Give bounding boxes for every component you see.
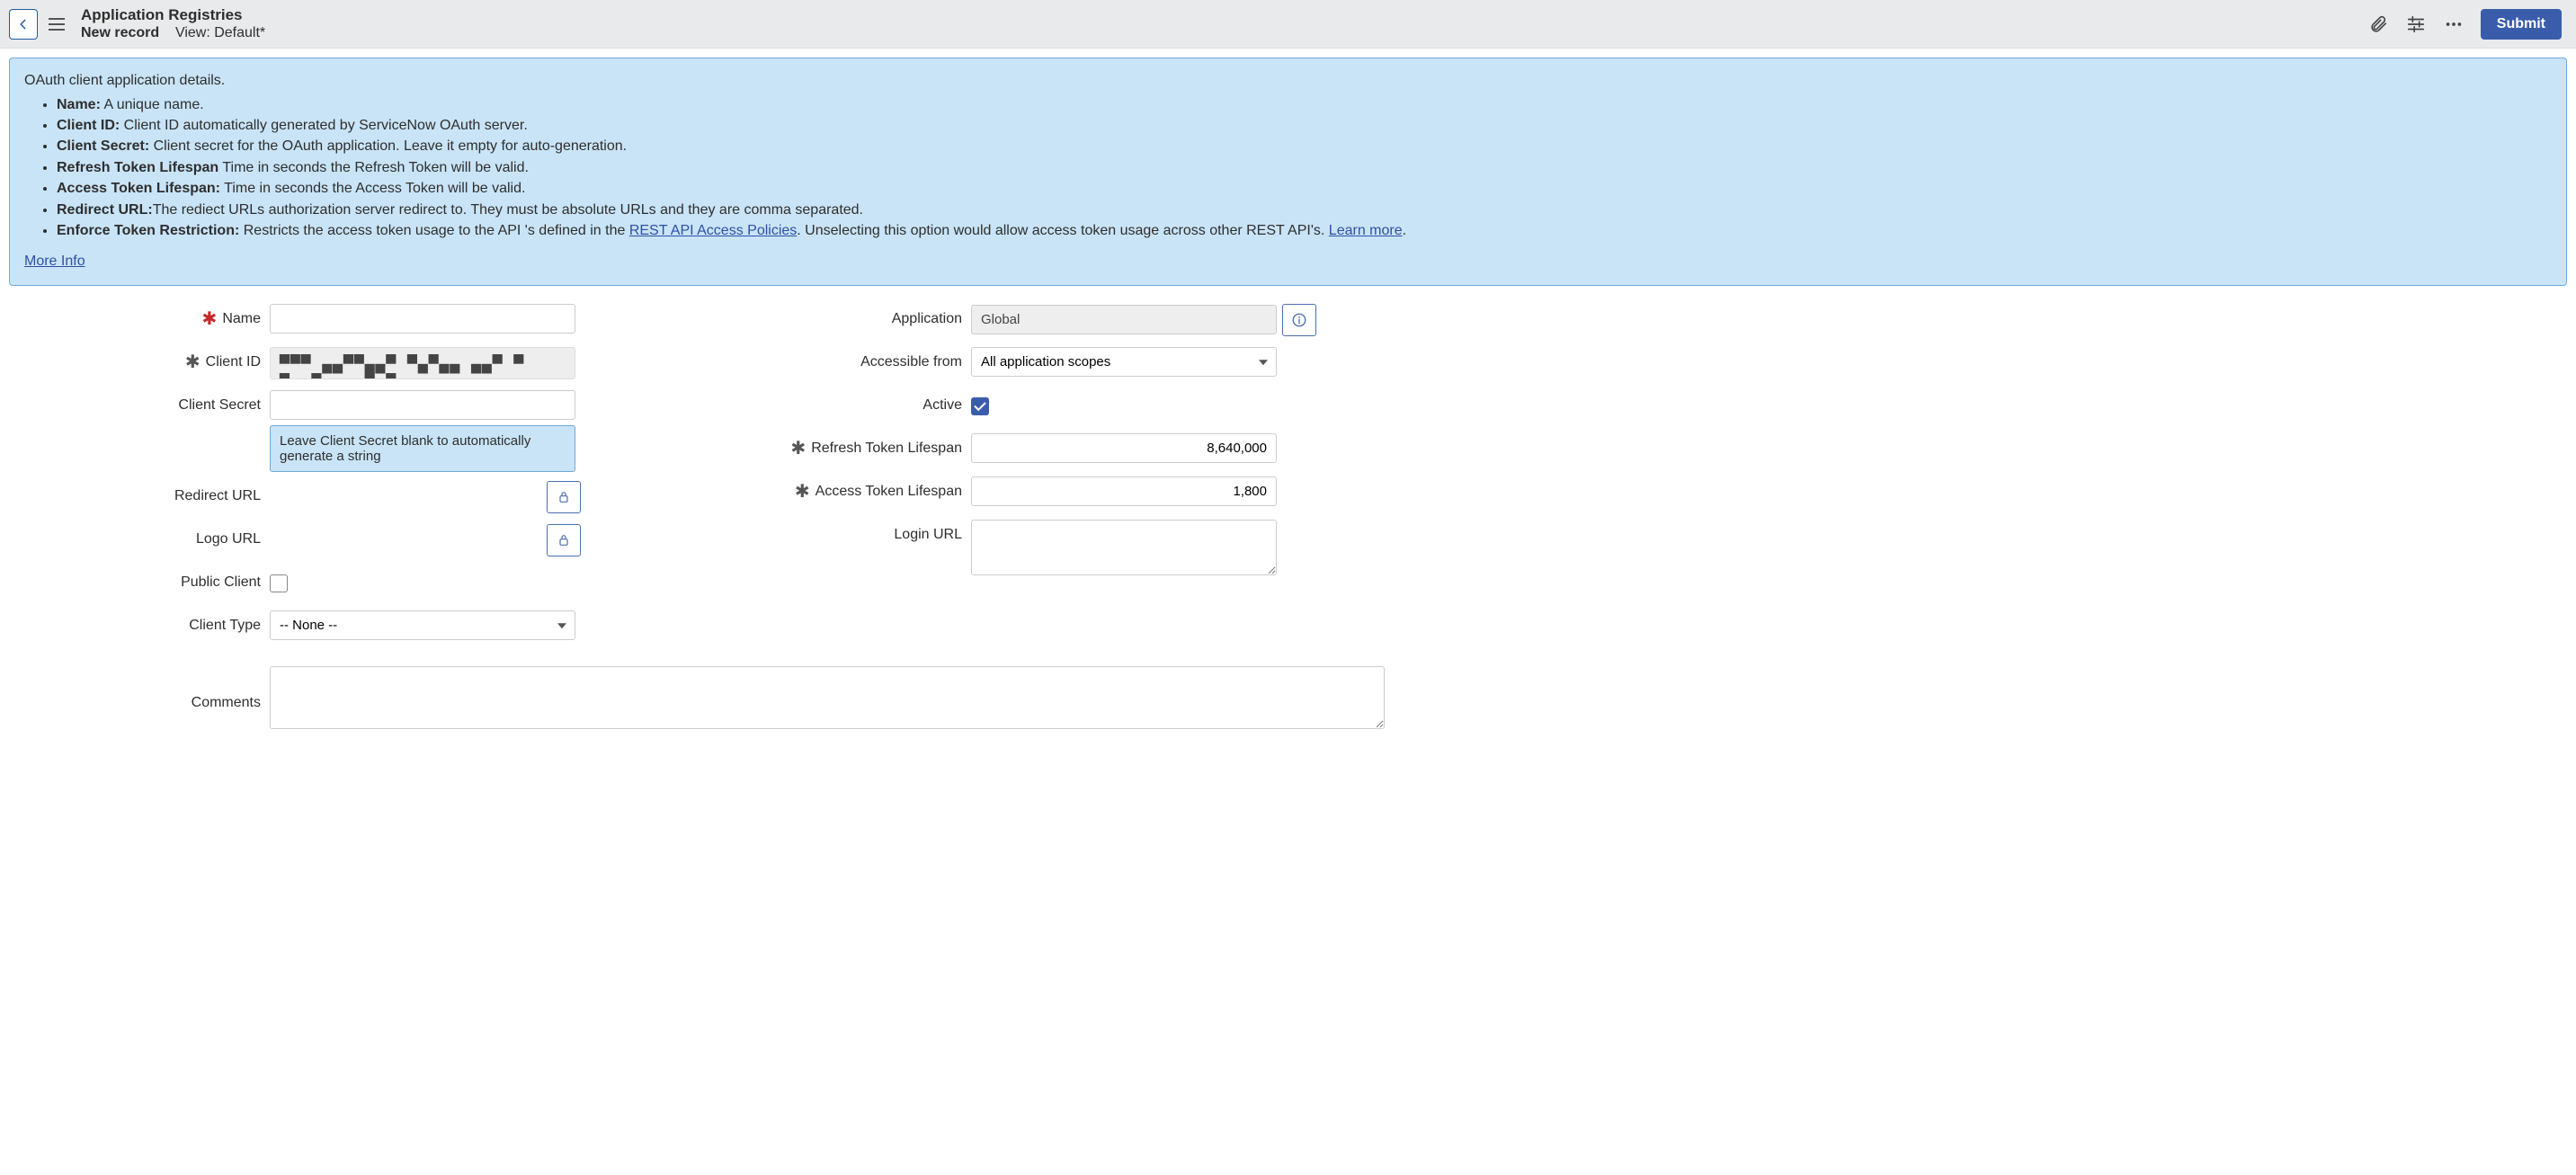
info-item: Redirect URL:The rediect URLs authorizat…	[57, 200, 2552, 220]
attachment-button[interactable]	[2367, 13, 2389, 35]
row-application: Application	[719, 304, 1385, 338]
form-right-column: Application Accessible from All applicat…	[719, 304, 1385, 645]
logo-url-unlock-button[interactable]	[547, 524, 581, 556]
row-comments: Comments	[0, 663, 1403, 752]
client-id-value: ▀▀▀ ▄▄▀▀▄▄▀ ▀▄▀▄▄ ▄▄▀ ▀ ▀▄▄▀▄▄▄▄▀ ▀ ▄▄	[270, 347, 575, 379]
application-value	[971, 305, 1277, 334]
row-public-client: Public Client	[18, 567, 683, 601]
client-secret-help: Leave Client Secret blank to automatical…	[270, 425, 575, 472]
info-item: Client ID: Client ID automatically gener…	[57, 116, 2552, 136]
ellipsis-icon	[2444, 14, 2464, 34]
info-item-enforce: Enforce Token Restriction: Restricts the…	[57, 221, 2552, 241]
more-info-link[interactable]: More Info	[24, 252, 85, 271]
info-list: Name: A unique name. Client ID: Client I…	[57, 95, 2552, 242]
row-accessible-from: Accessible from All application scopes	[719, 347, 1385, 381]
submit-button[interactable]: Submit	[2481, 9, 2562, 40]
lock-icon	[557, 490, 571, 504]
active-label: Active	[923, 397, 962, 414]
active-checkbox[interactable]	[971, 397, 989, 415]
paperclip-icon	[2368, 14, 2388, 34]
public-client-checkbox[interactable]	[270, 574, 288, 592]
row-refresh-token: ✱Refresh Token Lifespan	[719, 433, 1385, 467]
title-block: Application Registries New record View: …	[81, 5, 265, 42]
row-redirect-url: Redirect URL	[18, 481, 683, 515]
application-info-button[interactable]	[1282, 304, 1316, 336]
info-item: Access Token Lifespan: Time in seconds t…	[57, 179, 2552, 199]
client-secret-input[interactable]	[270, 390, 575, 420]
lock-icon	[557, 533, 571, 547]
redirect-url-label: Redirect URL	[174, 488, 261, 504]
page-header: Application Registries New record View: …	[0, 0, 2576, 49]
logo-url-label: Logo URL	[196, 531, 261, 547]
page-title: Application Registries	[81, 5, 265, 24]
comments-label: Comments	[192, 695, 261, 711]
info-item: Refresh Token Lifespan Time in seconds t…	[57, 158, 2552, 178]
login-url-input[interactable]	[971, 520, 1277, 575]
info-intro: OAuth client application details.	[24, 71, 2552, 91]
row-access-token: ✱Access Token Lifespan	[719, 476, 1385, 511]
page-subtitle: New record View: Default*	[81, 24, 265, 42]
menu-button[interactable]	[47, 14, 67, 34]
info-icon	[1291, 312, 1307, 328]
learn-more-link[interactable]: Learn more	[1329, 223, 1403, 238]
client-type-select[interactable]: -- None --	[270, 610, 575, 640]
access-token-label: Access Token Lifespan	[816, 484, 962, 500]
public-client-label: Public Client	[181, 574, 261, 591]
client-type-label: Client Type	[189, 618, 261, 634]
row-active: Active	[719, 390, 1385, 424]
login-url-label: Login URL	[894, 527, 962, 543]
access-token-input[interactable]	[971, 476, 1277, 506]
more-actions-button[interactable]	[2443, 13, 2465, 35]
refresh-token-input[interactable]	[971, 433, 1277, 463]
rest-api-policies-link[interactable]: REST API Access Policies	[629, 223, 797, 238]
row-client-secret: Client Secret Leave Client Secret blank …	[18, 390, 683, 472]
form-left-column: ✱Name ✱Client ID ▀▀▀ ▄▄▀▀▄▄▀ ▀▄▀▄▄ ▄▄▀ ▀…	[18, 304, 683, 645]
info-panel: OAuth client application details. Name: …	[9, 58, 2567, 286]
back-button[interactable]	[9, 9, 38, 40]
row-logo-url: Logo URL	[18, 524, 683, 558]
header-actions: Submit	[2367, 9, 2562, 40]
name-input[interactable]	[270, 304, 575, 334]
accessible-from-select[interactable]: All application scopes	[971, 347, 1277, 377]
application-label: Application	[892, 311, 962, 327]
comments-input[interactable]	[270, 666, 1385, 729]
row-login-url: Login URL	[719, 520, 1385, 575]
personalize-button[interactable]	[2405, 13, 2427, 35]
refresh-token-label: Refresh Token Lifespan	[811, 441, 962, 457]
form-area: ✱Name ✱Client ID ▀▀▀ ▄▄▀▀▄▄▀ ▀▄▀▄▄ ▄▄▀ ▀…	[0, 295, 1403, 663]
row-name: ✱Name	[18, 304, 683, 338]
redirect-url-unlock-button[interactable]	[547, 481, 581, 513]
chevron-left-icon	[17, 18, 30, 31]
row-client-id: ✱Client ID ▀▀▀ ▄▄▀▀▄▄▀ ▀▄▀▄▄ ▄▄▀ ▀ ▀▄▄▀▄…	[18, 347, 683, 381]
sliders-icon	[2406, 14, 2426, 34]
info-item: Name: A unique name.	[57, 95, 2552, 115]
info-item: Client Secret: Client secret for the OAu…	[57, 137, 2552, 156]
accessible-from-label: Accessible from	[860, 354, 962, 370]
client-id-label: Client ID	[206, 354, 261, 370]
name-label: Name	[222, 311, 261, 327]
row-client-type: Client Type -- None --	[18, 610, 683, 645]
client-secret-label: Client Secret	[178, 397, 261, 414]
